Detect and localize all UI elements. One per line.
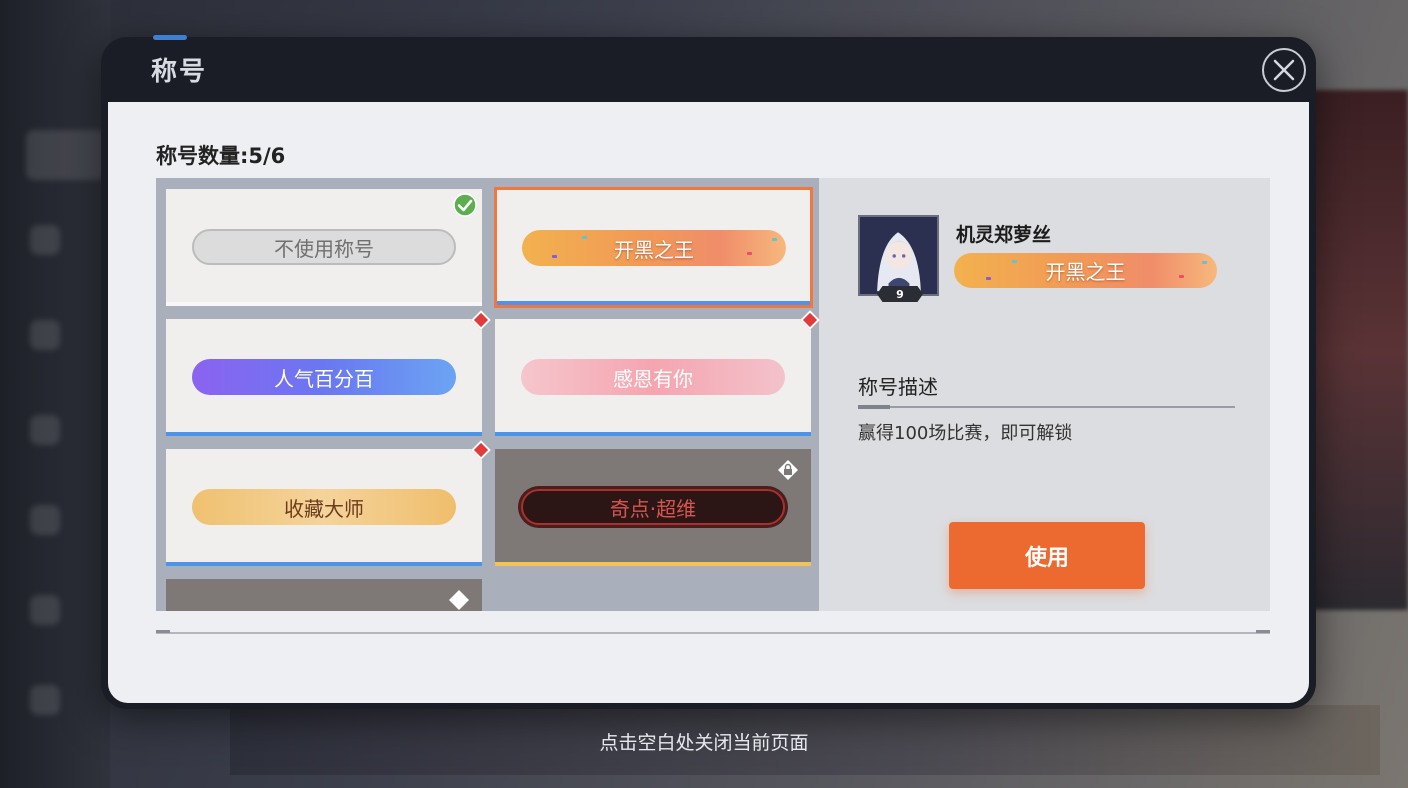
description-divider xyxy=(858,406,1235,408)
use-button[interactable]: 使用 xyxy=(949,522,1145,589)
title-card-none[interactable]: 不使用称号 xyxy=(166,189,482,306)
background-sidebar xyxy=(0,0,110,788)
background-blob xyxy=(26,130,106,180)
title-card-locked[interactable]: 奇点·超维 xyxy=(495,449,811,566)
check-icon xyxy=(453,193,477,217)
confetti xyxy=(1012,260,1017,263)
title-tab-indicator xyxy=(153,35,187,40)
scroll-track[interactable] xyxy=(156,632,1270,634)
title-modal: 称号 称号数量:5/6 不使用称号 开黑之王 人气百分百 感恩有你 收藏大师 奇… xyxy=(101,35,1316,709)
background-blob xyxy=(30,685,60,715)
lock-icon xyxy=(449,590,469,610)
title-grid: 不使用称号 开黑之王 人气百分百 感恩有你 收藏大师 奇点·超维 xyxy=(156,178,819,611)
description-text: 赢得100场比赛，即可解锁 xyxy=(858,423,1073,444)
background-blob xyxy=(30,415,60,445)
description-divider-accent xyxy=(858,405,890,409)
background-blob xyxy=(30,225,60,255)
background-blob xyxy=(30,320,60,350)
close-button[interactable] xyxy=(1262,48,1306,92)
modal-title: 称号 xyxy=(151,57,208,87)
title-card[interactable]: 感恩有你 xyxy=(495,310,819,436)
scroll-end-right xyxy=(1256,630,1270,633)
title-badge: 奇点·超维 xyxy=(521,489,785,525)
title-card-locked[interactable] xyxy=(166,579,482,611)
card-underline xyxy=(497,301,810,305)
card-underline xyxy=(166,302,482,306)
lock-icon xyxy=(778,460,798,480)
equipped-title-badge: 开黑之王 xyxy=(954,253,1217,288)
confetti xyxy=(1202,261,1207,264)
card-underline xyxy=(495,432,811,436)
confetti xyxy=(1179,275,1184,278)
title-badge: 不使用称号 xyxy=(192,229,456,265)
new-dot-icon xyxy=(800,310,819,330)
title-badge-label: 开黑之王 xyxy=(614,237,694,262)
confetti xyxy=(582,236,587,239)
confetti xyxy=(552,255,557,258)
title-badge: 开黑之王 xyxy=(522,230,786,266)
avatar xyxy=(858,215,939,296)
scroll-end-left xyxy=(156,630,170,633)
title-detail-panel: 9 机灵郑萝丝 开黑之王 称号描述 赢得100场比赛，即可解锁 使用 xyxy=(819,178,1270,611)
equipped-title-label: 开黑之王 xyxy=(1045,260,1126,284)
title-card[interactable]: 人气百分百 xyxy=(166,310,491,436)
title-badge: 感恩有你 xyxy=(521,359,785,395)
title-badge: 收藏大师 xyxy=(192,489,456,525)
player-name: 机灵郑萝丝 xyxy=(956,224,1052,246)
card-underline xyxy=(166,432,482,436)
description-heading: 称号描述 xyxy=(858,375,938,399)
title-count-label: 称号数量:5/6 xyxy=(156,144,286,168)
close-icon xyxy=(1273,59,1295,81)
title-card-selected[interactable]: 开黑之王 xyxy=(494,187,813,308)
new-dot-icon xyxy=(471,440,491,460)
background-right-art xyxy=(1308,90,1408,610)
close-hint-text[interactable]: 点击空白处关闭当前页面 xyxy=(0,728,1408,755)
confetti xyxy=(772,238,777,241)
modal-panel: 称号数量:5/6 不使用称号 开黑之王 人气百分百 感恩有你 收藏大师 奇点·超… xyxy=(108,102,1309,703)
background-blob xyxy=(30,595,60,625)
card-underline xyxy=(495,562,811,566)
title-badge: 人气百分百 xyxy=(192,359,456,395)
title-card[interactable]: 收藏大师 xyxy=(166,440,491,566)
new-dot-icon xyxy=(471,310,491,330)
avatar-portrait xyxy=(860,217,937,294)
card-underline xyxy=(166,562,482,566)
background-blob xyxy=(30,505,60,535)
confetti xyxy=(747,252,752,255)
confetti xyxy=(986,277,991,280)
avatar-level-badge: 9 xyxy=(877,286,923,302)
